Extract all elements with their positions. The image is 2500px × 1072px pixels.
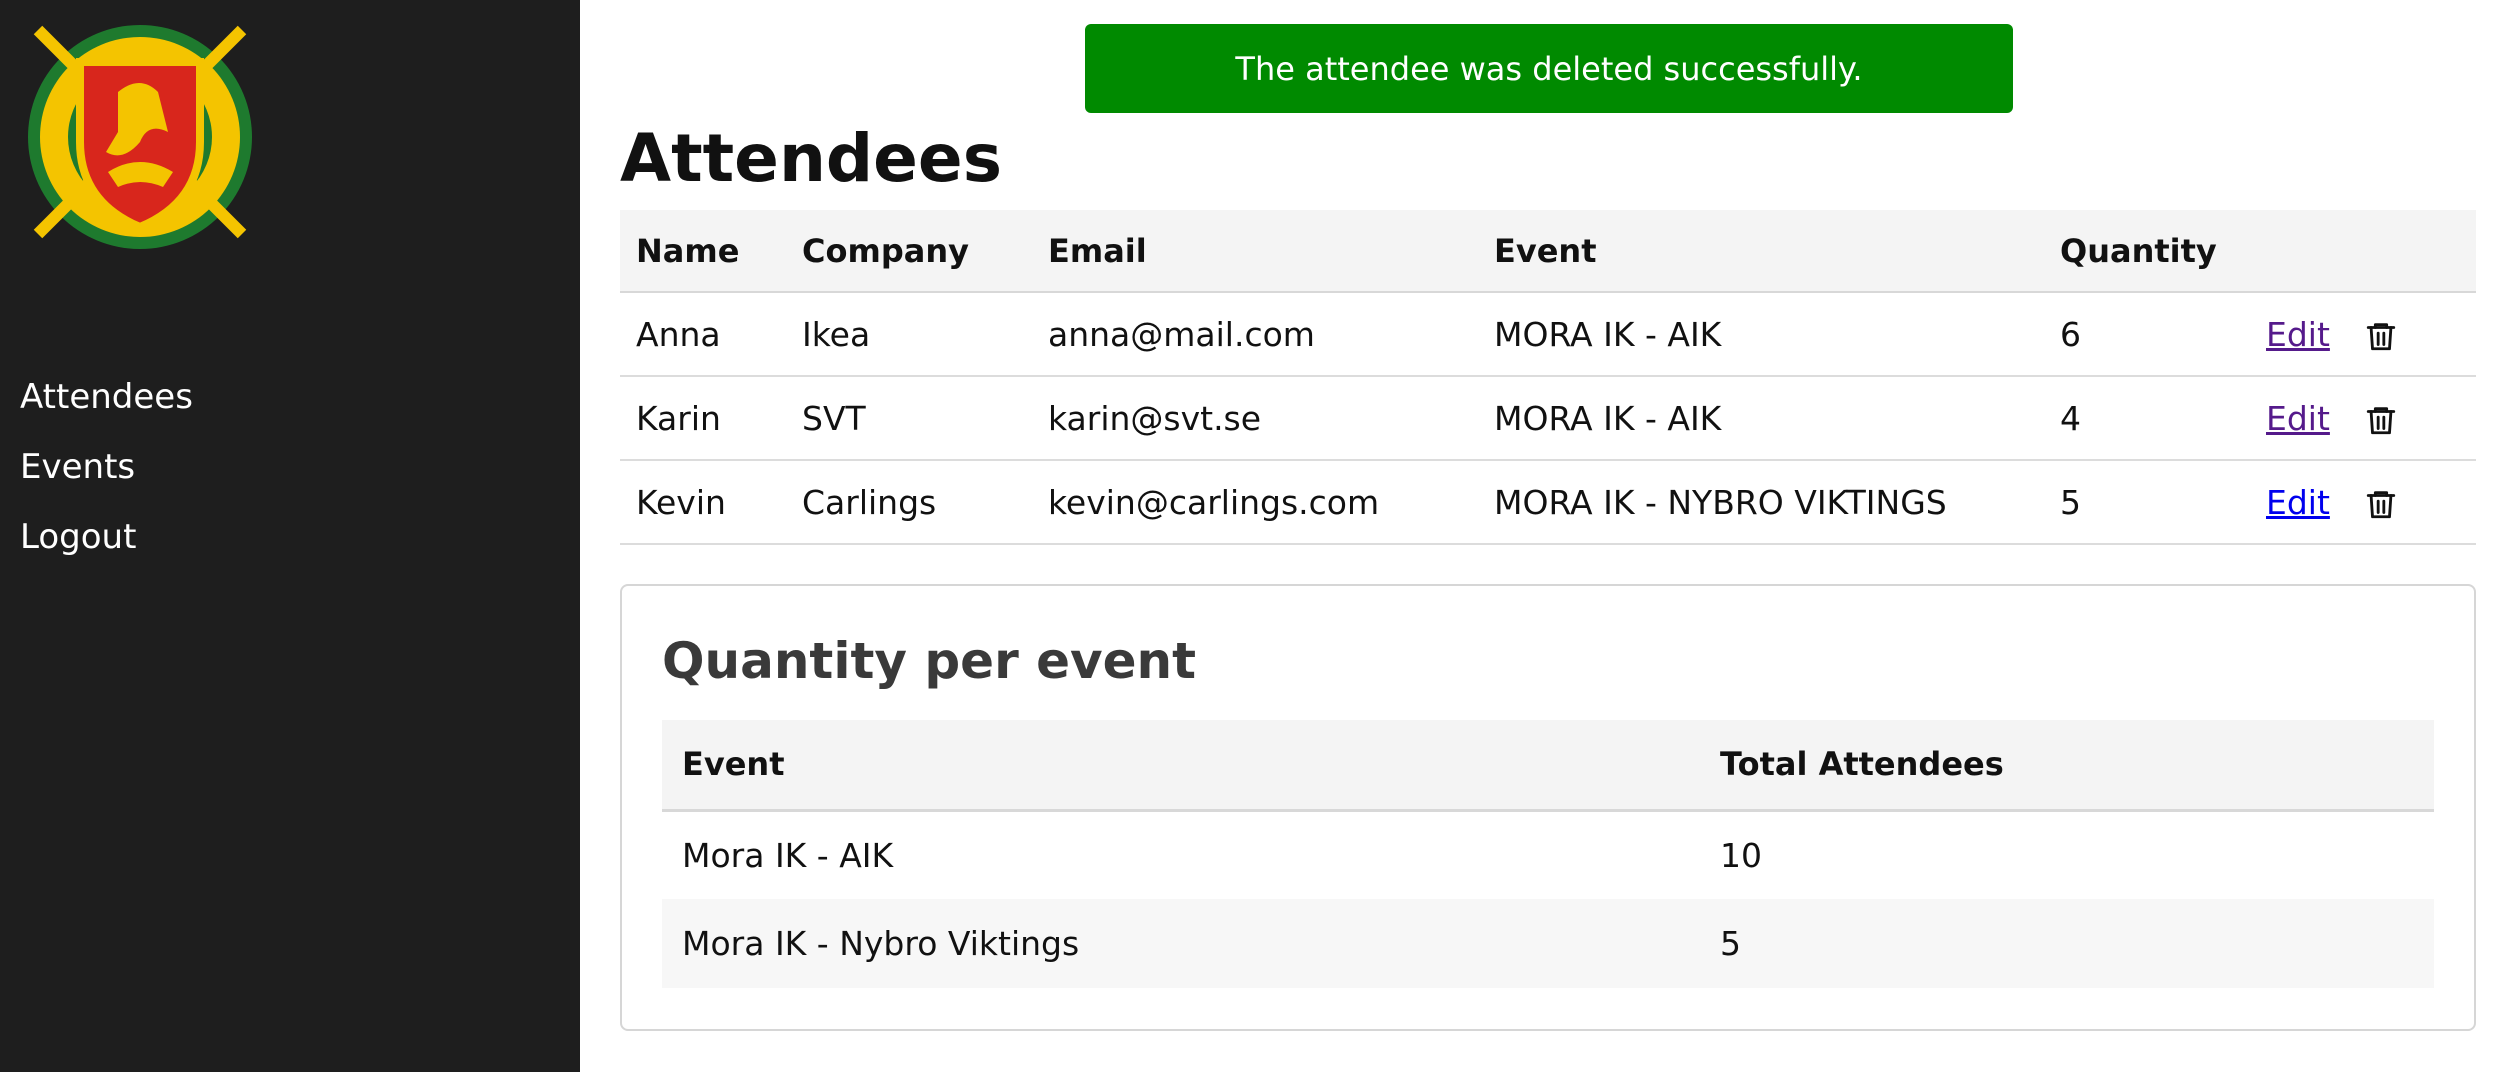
table-row: Mora IK - Nybro Viktings 5 [662, 899, 2434, 988]
cell-company: Ikea [786, 292, 1032, 377]
table-row: Kevin Carlings kevin@carlings.com MORA I… [620, 460, 2476, 545]
nav-item-attendees: Attendees [20, 372, 193, 442]
cell-event: Mora IK - AIK [682, 835, 894, 875]
nav-item-logout: Logout [20, 512, 193, 582]
cell-email: kevin@carlings.com [1032, 460, 1478, 545]
cell-total: 10 [1720, 835, 1762, 875]
cell-email: karin@svt.se [1032, 376, 1478, 461]
column-header-company[interactable]: Company [786, 210, 1032, 293]
trash-icon[interactable] [2364, 319, 2398, 353]
edit-link[interactable]: Edit [2266, 315, 2330, 354]
cell-actions: Edit [2266, 292, 2476, 377]
cell-event: MORA IK - NYBRO VIKTINGS [1478, 460, 2044, 545]
edit-link[interactable]: Edit [2266, 483, 2330, 522]
column-header-total-attendees: Total Attendees [1700, 720, 2434, 812]
cell-company: Carlings [786, 460, 1032, 545]
column-header-name[interactable]: Name [620, 210, 786, 293]
cell-email: anna@mail.com [1032, 292, 1478, 377]
trash-icon[interactable] [2364, 403, 2398, 437]
cell-event: MORA IK - AIK [1478, 376, 2044, 461]
success-toast[interactable]: The attendee was deleted successfully. [1085, 24, 2013, 113]
attendees-table: Name Company Email Event Quantity Anna I… [620, 210, 2476, 545]
quantity-per-event-card: Quantity per event Event Total Attendees… [620, 584, 2476, 1031]
cell-total: 5 [1700, 899, 2434, 988]
edit-link[interactable]: Edit [2266, 399, 2330, 438]
quantity-per-event-table: Event Total Attendees Mora IK - AIK 10 M… [662, 720, 2434, 988]
cell-actions: Edit [2266, 460, 2476, 545]
column-header-actions [2266, 210, 2476, 293]
card-title: Quantity per event [662, 632, 1197, 690]
sidebar: Attendees Events Logout [0, 0, 580, 1072]
table-header-row: Name Company Email Event Quantity [620, 210, 2476, 293]
column-header-event[interactable]: Event [1478, 210, 2044, 293]
table-row: Mora IK - AIK 10 [662, 810, 2434, 899]
cell-name: Kevin [620, 460, 786, 545]
table-header-row: Event Total Attendees [662, 720, 2434, 812]
cell-quantity: 4 [2044, 376, 2266, 461]
table-row: Anna Ikea anna@mail.com MORA IK - AIK 6 … [620, 292, 2476, 377]
cell-name: Anna [620, 292, 786, 377]
column-header-quantity[interactable]: Quantity [2044, 210, 2266, 293]
cell-name: Karin [620, 376, 786, 461]
nav-link-attendees[interactable]: Attendees [20, 377, 193, 417]
cell-event: Mora IK - Nybro Viktings [662, 899, 1700, 988]
nav-link-events[interactable]: Events [20, 447, 135, 487]
cell-company: SVT [786, 376, 1032, 461]
cell-actions: Edit [2266, 376, 2476, 461]
club-logo[interactable] [18, 22, 262, 252]
nav-link-logout[interactable]: Logout [20, 517, 136, 557]
trash-icon[interactable] [2364, 487, 2398, 521]
main-content: The attendee was deleted successfully. A… [580, 0, 2500, 1072]
cell-quantity: 5 [2044, 460, 2266, 545]
table-row: Karin SVT karin@svt.se MORA IK - AIK 4 E… [620, 376, 2476, 461]
page-title: Attendees [620, 120, 1002, 197]
nav-item-events: Events [20, 442, 193, 512]
column-header-event: Event [662, 720, 1700, 812]
cell-event: MORA IK - AIK [1478, 292, 2044, 377]
column-header-email[interactable]: Email [1032, 210, 1478, 293]
cell-quantity: 6 [2044, 292, 2266, 377]
sidebar-nav: Attendees Events Logout [20, 372, 193, 582]
